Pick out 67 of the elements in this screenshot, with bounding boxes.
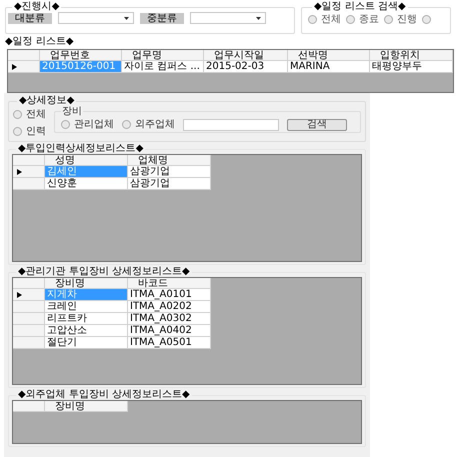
grid-corner — [8, 50, 40, 61]
radio-icon[interactable] — [61, 120, 70, 129]
radio-icon[interactable] — [308, 15, 317, 24]
column-header[interactable]: 업무번호 — [40, 50, 122, 61]
radio-icon[interactable] — [122, 120, 131, 129]
group-title: ◆관리기관 투입장비 상세정보리스트◆ — [17, 267, 191, 277]
table-cell[interactable]: 크레인 — [45, 301, 128, 313]
table-cell[interactable]: 2015-02-03 — [204, 61, 288, 73]
column-header[interactable]: 바코드 — [128, 278, 211, 289]
radio-label[interactable]: 인력 — [26, 124, 46, 139]
section-title: ◆일정 리스트◆ — [4, 35, 75, 49]
search-button[interactable]: 검색 — [287, 118, 347, 130]
radio-label[interactable]: 종료 — [359, 12, 379, 27]
group-title: ◆투입인력상세정보리스트◆ — [17, 144, 144, 154]
table-cell[interactable]: ITMA_A0202 — [128, 301, 211, 313]
table-cell[interactable]: 자이로 컴퍼스 ... — [122, 61, 204, 73]
group-title: ◆상세정보◆ — [18, 96, 76, 106]
caret-icon — [256, 16, 261, 20]
radio-icon[interactable] — [13, 110, 22, 119]
radio-label[interactable]: 전체 — [26, 107, 46, 122]
table-cell[interactable]: 절단기 — [45, 337, 128, 349]
table-cell[interactable]: ITMA_A0101 — [128, 289, 211, 301]
table-cell[interactable]: 태평양부두 — [370, 61, 453, 73]
radio-icon[interactable] — [13, 127, 22, 136]
radio-label[interactable]: 전체 — [321, 12, 341, 27]
table-cell[interactable]: ITMA_A0302 — [128, 313, 211, 325]
table-cell[interactable]: 삼광기업 — [128, 178, 211, 190]
current-row-icon — [12, 64, 17, 70]
table-cell[interactable]: 고압산소 — [45, 325, 128, 337]
table-cell[interactable]: ITMA_A0501 — [128, 337, 211, 349]
table-cell[interactable]: 삼광기업 — [128, 166, 211, 178]
grid-corner — [13, 401, 45, 412]
radio-label[interactable]: 진행 — [397, 12, 417, 27]
radio-icon[interactable] — [422, 15, 431, 24]
table-cell[interactable]: MARINA — [288, 61, 370, 73]
row-header[interactable] — [8, 61, 40, 73]
current-row-icon — [17, 292, 22, 298]
row-header[interactable] — [13, 289, 45, 301]
group-title: 장비 — [61, 106, 83, 117]
group-title: ◆일정 리스트 검색◆ — [313, 2, 407, 12]
grid-corner — [13, 278, 45, 289]
column-header[interactable]: 업체명 — [128, 155, 211, 166]
column-header[interactable]: 업무시작일 — [204, 50, 288, 61]
filter-label: 중분류 — [140, 12, 184, 24]
row-header[interactable] — [13, 166, 45, 178]
column-header[interactable]: 선박명 — [288, 50, 370, 61]
caret-icon — [124, 16, 129, 20]
search-field[interactable] — [183, 118, 279, 130]
table-cell[interactable]: 신양훈 — [45, 178, 128, 190]
column-header[interactable]: 성명 — [45, 155, 128, 166]
radio-icon[interactable] — [384, 15, 393, 24]
dropdown-field[interactable] — [58, 12, 134, 24]
table-cell[interactable]: ITMA_A0402 — [128, 325, 211, 337]
filter-label: 대분류 — [8, 12, 52, 24]
table-cell[interactable]: 리프트카 — [45, 313, 128, 325]
group-title: ◆진행시◆ — [13, 2, 60, 12]
radio-icon[interactable] — [346, 15, 355, 24]
column-header[interactable]: 장비명 — [45, 278, 128, 289]
column-header[interactable]: 업무명 — [122, 50, 204, 61]
dropdown-field[interactable] — [190, 12, 266, 24]
current-row-icon — [17, 168, 22, 174]
radio-label[interactable]: 외주업체 — [135, 117, 175, 132]
group-title: ◆외주업체 투입장비 상세정보리스트◆ — [17, 390, 191, 400]
grid-corner — [13, 155, 45, 166]
radio-label[interactable]: 관리업체 — [74, 117, 114, 132]
column-header[interactable]: 입항위치 — [370, 50, 453, 61]
column-header[interactable]: 장비명 — [45, 401, 128, 412]
